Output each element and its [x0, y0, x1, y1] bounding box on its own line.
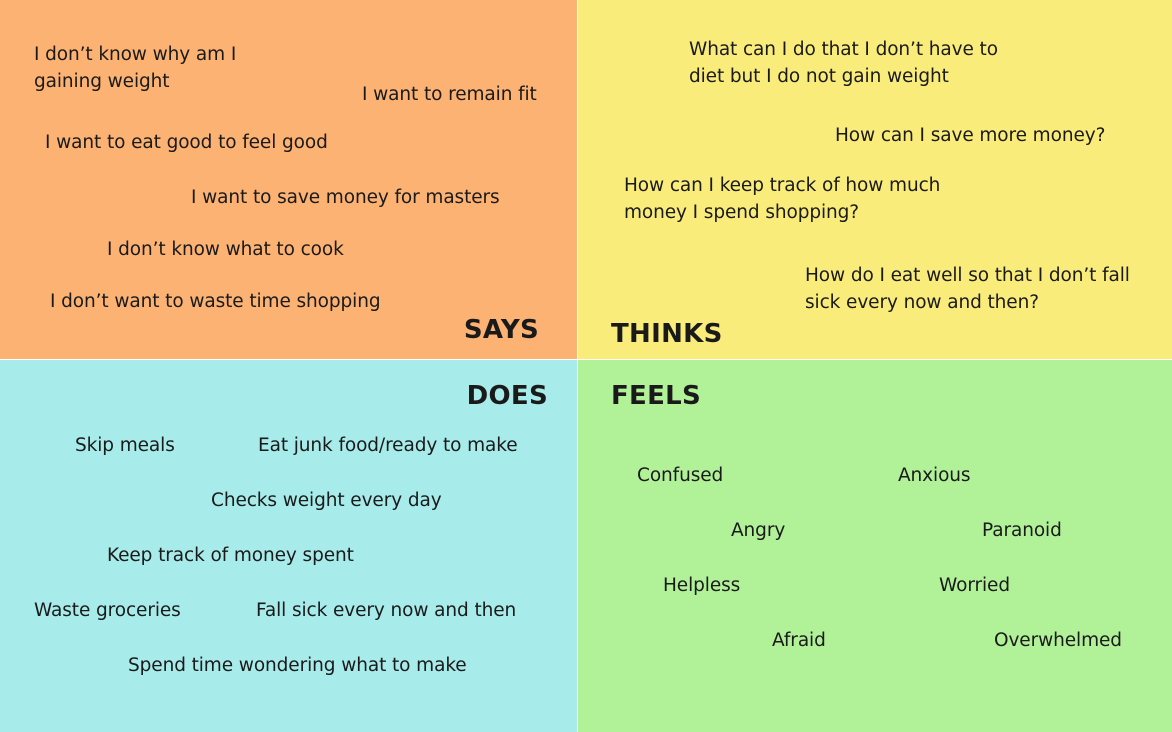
does-quadrant: DOES Skip meals Eat junk food/ready to m…	[0, 360, 577, 732]
says-heading: SAYS	[463, 315, 539, 345]
feels-note: Anxious	[898, 465, 971, 486]
says-note: I don’t know what to cook	[107, 239, 344, 260]
feels-note: Confused	[637, 465, 724, 486]
says-note: I want to remain fit	[362, 84, 537, 105]
feels-heading: FEELS	[611, 381, 702, 411]
does-heading: DOES	[466, 381, 548, 411]
does-note: Skip meals	[75, 435, 175, 456]
thinks-note: How can I keep track of how much money I…	[624, 175, 941, 223]
feels-note: Worried	[939, 575, 1010, 596]
feels-note: Overwhelmed	[994, 630, 1122, 651]
thinks-note: How do I eat well so that I don’t fall s…	[805, 265, 1130, 313]
says-note: I want to eat good to feel good	[45, 132, 328, 153]
does-note: Keep track of money spent	[107, 545, 354, 566]
does-note: Spend time wondering what to make	[128, 655, 467, 676]
thinks-quadrant: What can I do that I don’t have to diet …	[578, 0, 1172, 359]
does-note: Eat junk food/ready to make	[258, 435, 518, 456]
says-quadrant: I don’t know why am I gaining weight I w…	[0, 0, 577, 359]
thinks-note: What can I do that I don’t have to diet …	[689, 39, 998, 87]
feels-quadrant: FEELS Confused Anxious Angry Paranoid He…	[578, 360, 1172, 732]
thinks-note: How can I save more money?	[835, 125, 1106, 146]
feels-note: Paranoid	[982, 520, 1062, 541]
says-note: I don’t know why am I gaining weight	[34, 44, 237, 92]
feels-note: Helpless	[663, 575, 741, 596]
does-note: Waste groceries	[34, 600, 181, 621]
feels-note: Afraid	[772, 630, 826, 651]
says-note: I want to save money for masters	[191, 187, 500, 208]
does-note: Checks weight every day	[211, 490, 442, 511]
thinks-heading: THINKS	[611, 319, 723, 349]
does-note: Fall sick every now and then	[256, 600, 517, 621]
says-note: I don’t want to waste time shopping	[50, 291, 381, 312]
feels-note: Angry	[731, 520, 786, 541]
